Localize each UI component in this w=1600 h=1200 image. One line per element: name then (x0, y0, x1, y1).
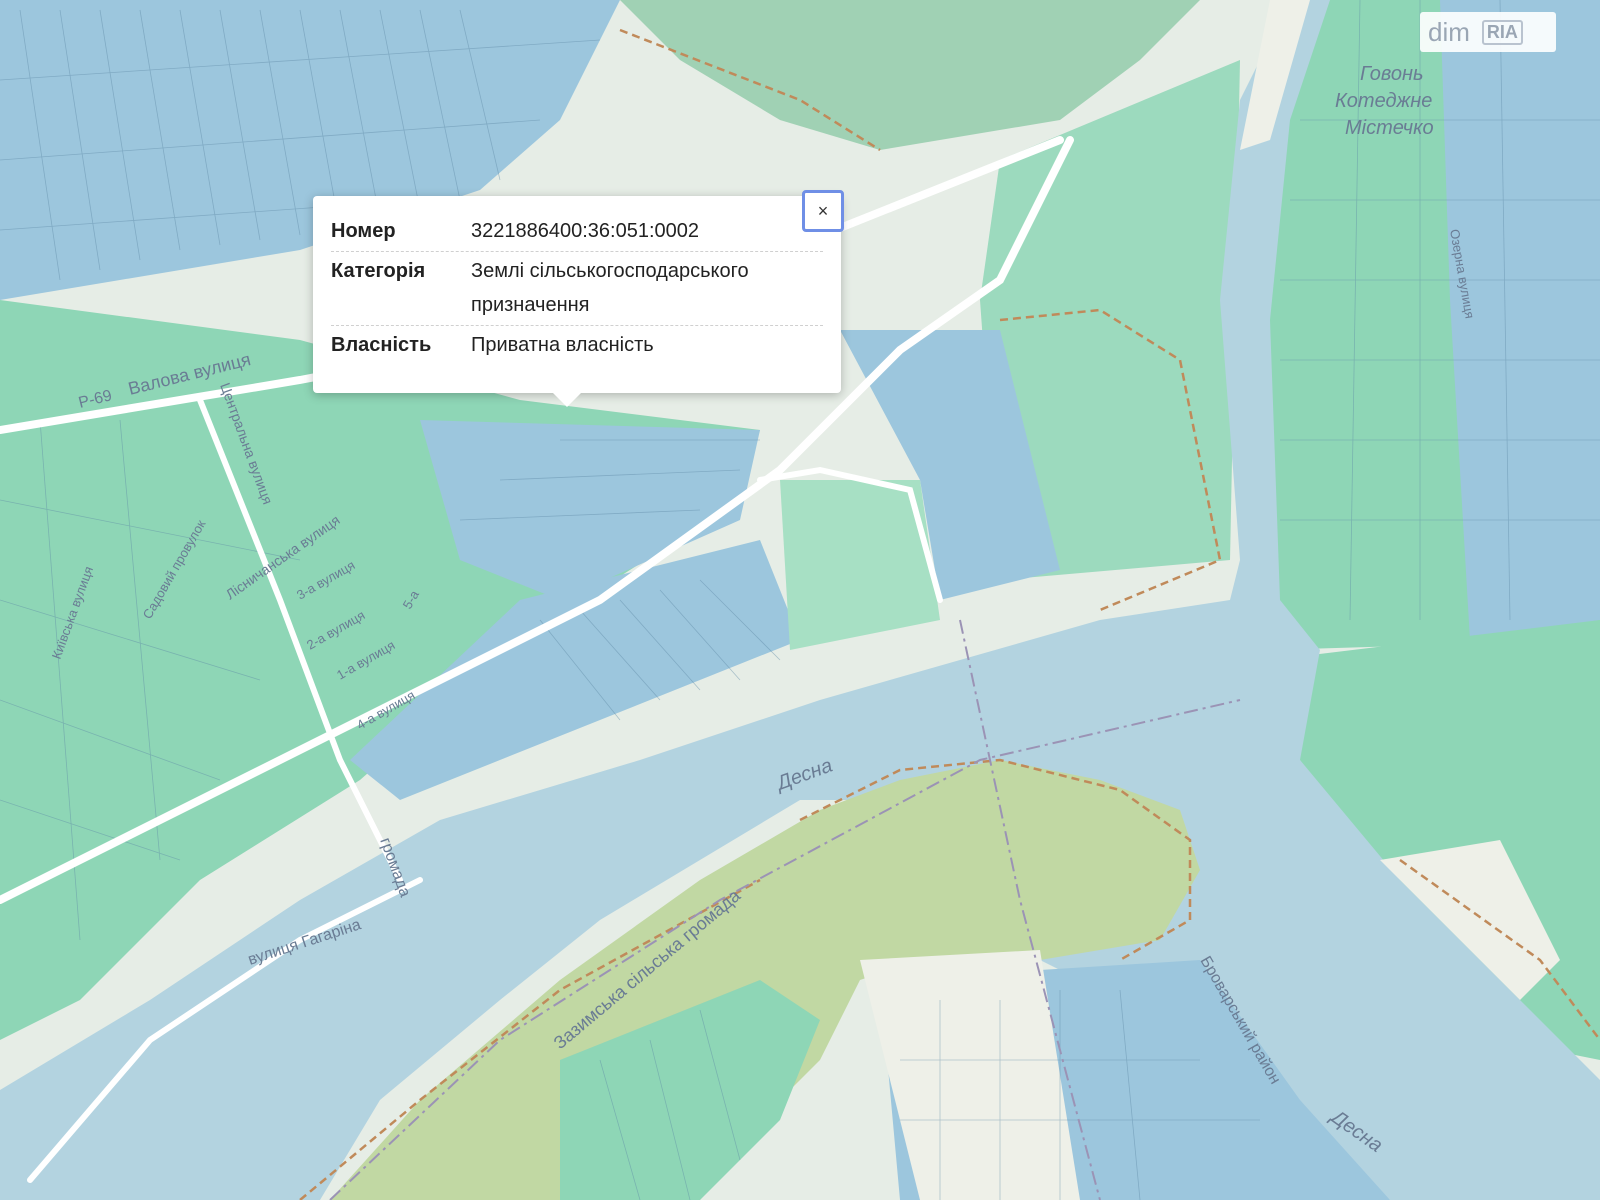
ownership-value: Приватна власність (471, 334, 654, 356)
close-button[interactable]: × (802, 190, 844, 232)
category-value-line2: призначення (471, 294, 590, 316)
label-place-govon: Говонь (1360, 63, 1424, 85)
ownership-label: Власність (331, 334, 432, 356)
category-row: Категорія Землі сільськогосподарського п… (331, 254, 823, 322)
parcel-info-popup: Номер 3221886400:36:051:0002 Категорія З… (313, 196, 841, 407)
category-value: Землі сільськогосподарського призначення (471, 254, 823, 322)
number-label: Номер (331, 220, 396, 242)
watermark-ria: RIA (1481, 19, 1523, 45)
label-place-kotedzhne: Котеджне (1335, 90, 1432, 112)
ownership-row: Власність Приватна власність (331, 328, 823, 362)
label-place-mistechko: Містечко (1345, 117, 1434, 139)
dim-ria-watermark: dim RIA (1420, 12, 1556, 52)
watermark-dim: dim (1428, 16, 1470, 47)
parcel-number-row: Номер 3221886400:36:051:0002 (331, 214, 823, 248)
popup-pointer (553, 393, 581, 407)
separator (331, 325, 823, 326)
close-icon: × (817, 200, 829, 221)
separator (331, 251, 823, 252)
map-canvas[interactable]: Десна Десна Валова вулиця Р-69 вулиця Га… (0, 0, 1600, 1200)
number-value: 3221886400:36:051:0002 (471, 220, 700, 242)
category-value-line1: Землі сільськогосподарського (471, 260, 749, 282)
category-label: Категорія (331, 260, 426, 282)
